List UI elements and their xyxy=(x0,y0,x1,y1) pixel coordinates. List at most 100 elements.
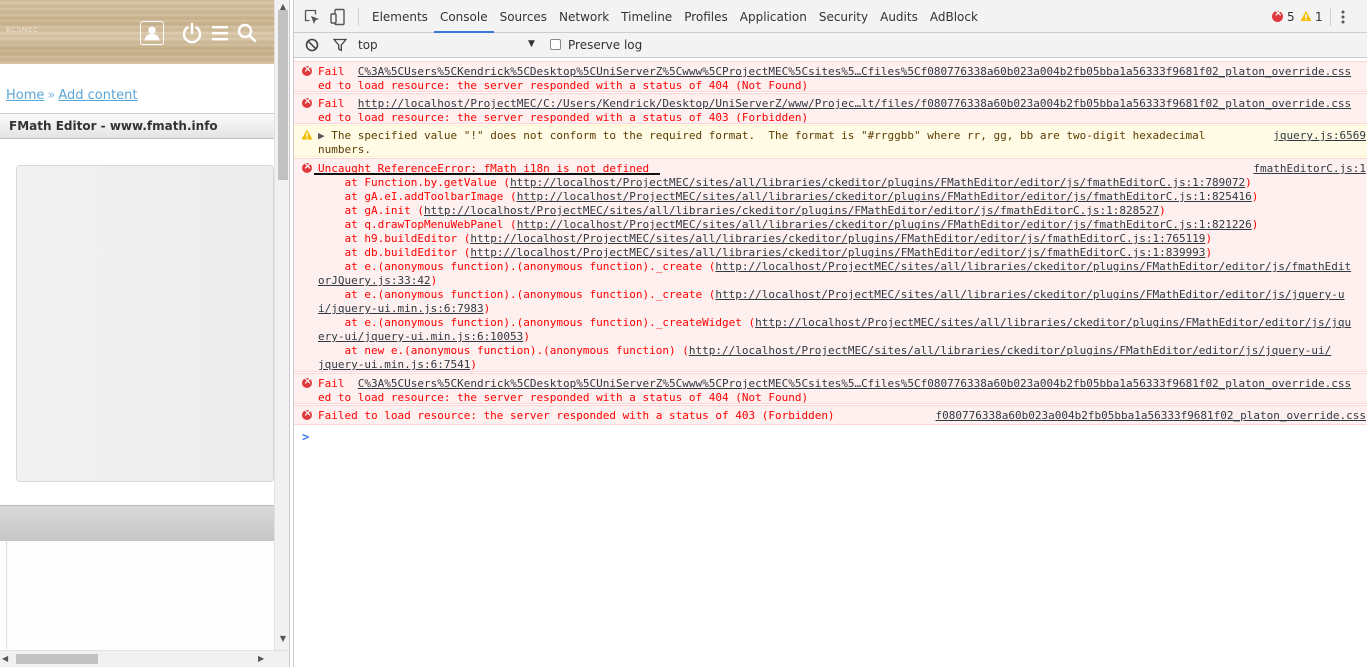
breadcrumb-home-link[interactable]: Home xyxy=(6,88,44,103)
resource-link[interactable]: C%3A%5CUsers%5CKendrick%5CDesktop%5CUniS… xyxy=(358,377,1351,390)
editor-title-bar: FMath Editor - www.fmath.info xyxy=(0,113,274,139)
vertical-scroll-thumb[interactable] xyxy=(278,10,288,180)
stack-frame-suffix: ) xyxy=(1205,232,1213,245)
menu-icon[interactable] xyxy=(209,21,233,45)
stack-frame: at q.drawTopMenuWebPanel (http://localho… xyxy=(318,218,1366,232)
tab-application[interactable]: Application xyxy=(734,0,813,33)
stack-frame-link[interactable]: http://localhost/ProjectMEC/sites/all/li… xyxy=(424,204,1159,217)
stack-frame-prefix: at e.(anonymous function).(anonymous fun… xyxy=(318,316,756,329)
message-prefix: Fail xyxy=(318,377,358,390)
resource-link[interactable]: http://localhost/ProjectMEC/C:/Users/Ken… xyxy=(358,97,1351,110)
stack-frame-prefix: at Function.by.getValue ( xyxy=(318,176,511,189)
editor-toolbar-bar xyxy=(0,505,274,541)
source-link[interactable]: jquery.js:6569 xyxy=(1267,129,1366,143)
stack-frame-link[interactable]: http://localhost/ProjectMEC/sites/all/li… xyxy=(715,288,1344,301)
stack-frame-link[interactable]: http://localhost/ProjectMEC/sites/all/li… xyxy=(517,218,1252,231)
error-icon xyxy=(302,160,312,174)
page-horizontal-scrollbar[interactable]: ◀ ▶ xyxy=(0,650,289,667)
stack-frame-link[interactable]: ery-ui/jquery-ui.min.js:6:10053 xyxy=(318,330,523,343)
site-logo[interactable]: BCSMEC xyxy=(6,26,38,34)
breadcrumb-add-content-link[interactable]: Add content xyxy=(58,88,137,103)
console-messages: Fail C%3A%5CUsers%5CKendrick%5CDesktop%5… xyxy=(294,59,1367,667)
stack-frame-suffix: ) xyxy=(1251,218,1259,231)
stack-frame-link[interactable]: http://localhost/ProjectMEC/sites/all/li… xyxy=(755,316,1351,329)
clear-console-icon[interactable] xyxy=(305,38,319,52)
stack-frame-link[interactable]: http://localhost/ProjectMEC/sites/all/li… xyxy=(715,260,1351,273)
stack-frame-prefix: at q.drawTopMenuWebPanel ( xyxy=(318,218,517,231)
stack-frame-prefix: at e.(anonymous function).(anonymous fun… xyxy=(318,260,716,273)
page-viewport: BCSMEC Home» Add content FMath Editor - w… xyxy=(0,0,290,667)
tab-profiles[interactable]: Profiles xyxy=(678,0,734,33)
expand-triangle-icon[interactable]: ▶ xyxy=(318,129,331,142)
device-toolbar-icon[interactable] xyxy=(330,8,346,26)
tab-sources[interactable]: Sources xyxy=(494,0,553,33)
devtools-panel: Elements Console Sources Network Timelin… xyxy=(293,0,1367,667)
resource-link[interactable]: C%3A%5CUsers%5CKendrick%5CDesktop%5CUniS… xyxy=(358,65,1351,78)
fmath-editor-area[interactable] xyxy=(16,165,274,482)
message-line: ed to load resource: the server responde… xyxy=(318,111,809,124)
tab-network[interactable]: Network xyxy=(553,0,615,33)
user-icon[interactable] xyxy=(140,21,164,45)
error-count[interactable]: 5 xyxy=(1287,10,1295,24)
console-prompt[interactable]: > xyxy=(302,430,309,444)
message-prefix: Fail xyxy=(318,65,358,78)
stack-frame-suffix: ) xyxy=(523,330,530,343)
horizontal-scroll-thumb[interactable] xyxy=(16,654,98,664)
stack-frame-prefix: at e.(anonymous function).(anonymous fun… xyxy=(318,288,716,301)
content-area[interactable] xyxy=(6,541,274,649)
scroll-down-arrow-icon[interactable]: ▼ xyxy=(275,632,289,646)
stack-frame: at h9.buildEditor (http://localhost/Proj… xyxy=(318,232,1366,246)
source-link[interactable]: fmathEditorC.js:1 xyxy=(1247,162,1366,176)
stack-frame-link[interactable]: http://localhost/ProjectMEC/sites/all/li… xyxy=(470,232,1205,245)
error-icon xyxy=(302,95,312,109)
filter-icon[interactable] xyxy=(333,38,347,52)
message-prefix: Fail xyxy=(318,97,358,110)
tab-security[interactable]: Security xyxy=(813,0,874,33)
error-icon xyxy=(302,63,312,77)
stack-frame-link[interactable]: http://localhost/ProjectMEC/sites/all/li… xyxy=(510,176,1245,189)
execution-context-select[interactable]: top xyxy=(358,38,538,54)
error-count-icon[interactable] xyxy=(1272,8,1283,22)
error-icon xyxy=(302,375,312,389)
console-error-message: Failed to load resource: the server resp… xyxy=(294,405,1367,425)
stack-frame-link[interactable]: http://localhost/ProjectMEC/sites/all/li… xyxy=(470,246,1205,259)
devtools-tabbar: Elements Console Sources Network Timelin… xyxy=(294,0,1367,33)
tab-console[interactable]: Console xyxy=(433,0,494,33)
stack-frame-suffix: ) xyxy=(1205,246,1213,259)
warning-count[interactable]: 1 xyxy=(1315,10,1323,24)
warning-icon xyxy=(301,129,313,140)
stack-frame-suffix: ) xyxy=(470,358,477,371)
warning-text: The specified value "!" does not conform… xyxy=(331,129,1206,142)
stack-frame-link[interactable]: http://localhost/ProjectMEC/sites/all/li… xyxy=(517,190,1252,203)
stack-frame: at e.(anonymous function).(anonymous fun… xyxy=(318,316,1366,330)
scroll-right-arrow-icon[interactable]: ▶ xyxy=(258,652,270,666)
stack-frame-link[interactable]: orJQuery.js:33:42 xyxy=(318,274,431,287)
power-icon[interactable] xyxy=(180,21,204,45)
stack-frame-link[interactable]: http://localhost/ProjectMEC/sites/all/li… xyxy=(689,344,1331,357)
source-link[interactable]: f080776338a60b023a004b2fb05bba1a56333f96… xyxy=(929,409,1366,423)
warning-count-icon[interactable] xyxy=(1300,10,1312,22)
tab-elements[interactable]: Elements xyxy=(366,0,434,33)
dropdown-arrow-icon[interactable]: ▼ xyxy=(528,39,535,49)
stack-frame: ery-ui/jquery-ui.min.js:6:10053) xyxy=(318,330,1366,344)
stack-frame-prefix: at gA.eI.addToolbarImage ( xyxy=(318,190,517,203)
message-body: Fail C%3A%5CUsers%5CKendrick%5CDesktop%5… xyxy=(318,377,1366,391)
more-options-icon[interactable] xyxy=(1340,9,1346,25)
editor-title: FMath Editor - www.fmath.info xyxy=(9,119,218,133)
tab-timeline[interactable]: Timeline xyxy=(615,0,678,33)
scroll-left-arrow-icon[interactable]: ◀ xyxy=(2,652,14,666)
stack-frame-prefix: at db.buildEditor ( xyxy=(318,246,471,259)
stack-frame: i/jquery-ui.min.js:6:7983) xyxy=(318,302,1366,316)
search-icon[interactable] xyxy=(235,21,259,45)
preserve-log-checkbox[interactable] xyxy=(550,39,561,50)
stack-frame-link[interactable]: i/jquery-ui.min.js:6:7983 xyxy=(318,302,484,315)
tab-adblock[interactable]: AdBlock xyxy=(924,0,984,33)
tab-audits[interactable]: Audits xyxy=(874,0,924,33)
toolbar-divider xyxy=(358,8,359,26)
page-vertical-scrollbar[interactable]: ▲ ▼ xyxy=(274,0,289,650)
stack-frame-link[interactable]: jquery-ui.min.js:6:7541 xyxy=(318,358,470,371)
inspect-element-icon[interactable] xyxy=(304,9,320,25)
console-toolbar: top ▼ Preserve log xyxy=(294,33,1367,58)
preserve-log-label[interactable]: Preserve log xyxy=(568,38,642,52)
stack-frame: at e.(anonymous function).(anonymous fun… xyxy=(318,260,1366,274)
